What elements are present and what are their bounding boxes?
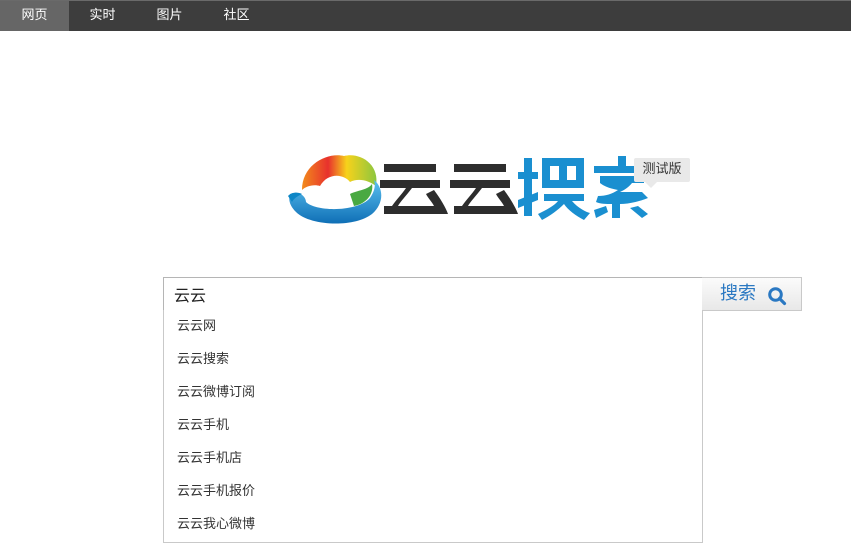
suggestion-item[interactable]: 云云手机店 [164,442,702,475]
tab-community[interactable]: 社区 [203,1,270,31]
suggestion-item[interactable]: 云云搜索 [164,343,702,376]
beta-badge-tail [645,182,657,188]
search-button[interactable]: 搜索 [702,277,802,311]
suggestion-item[interactable]: 云云手机 [164,409,702,442]
site-logo [288,150,693,228]
suggestion-item[interactable]: 云云微博订阅 [164,376,702,409]
suggestion-item[interactable]: 云云我心微博 [164,508,702,541]
top-nav-bar: 网页 实时 图片 社区 [0,0,851,31]
suggestion-dropdown: 云云网 云云搜索 云云微博订阅 云云手机 云云手机店 云云手机报价 云云我心微博 [163,310,703,543]
tab-images[interactable]: 图片 [136,1,203,31]
suggestion-item[interactable]: 云云手机报价 [164,475,702,508]
search-input[interactable] [164,278,702,310]
beta-badge: 测试版 [634,158,690,182]
search-button-label: 搜索 [720,283,756,304]
search-box [163,277,703,311]
cloud-logo-icon [288,155,650,224]
tab-web[interactable]: 网页 [0,1,69,31]
tab-realtime[interactable]: 实时 [69,1,136,31]
suggestion-item[interactable]: 云云网 [164,310,702,343]
search-icon [768,287,787,306]
